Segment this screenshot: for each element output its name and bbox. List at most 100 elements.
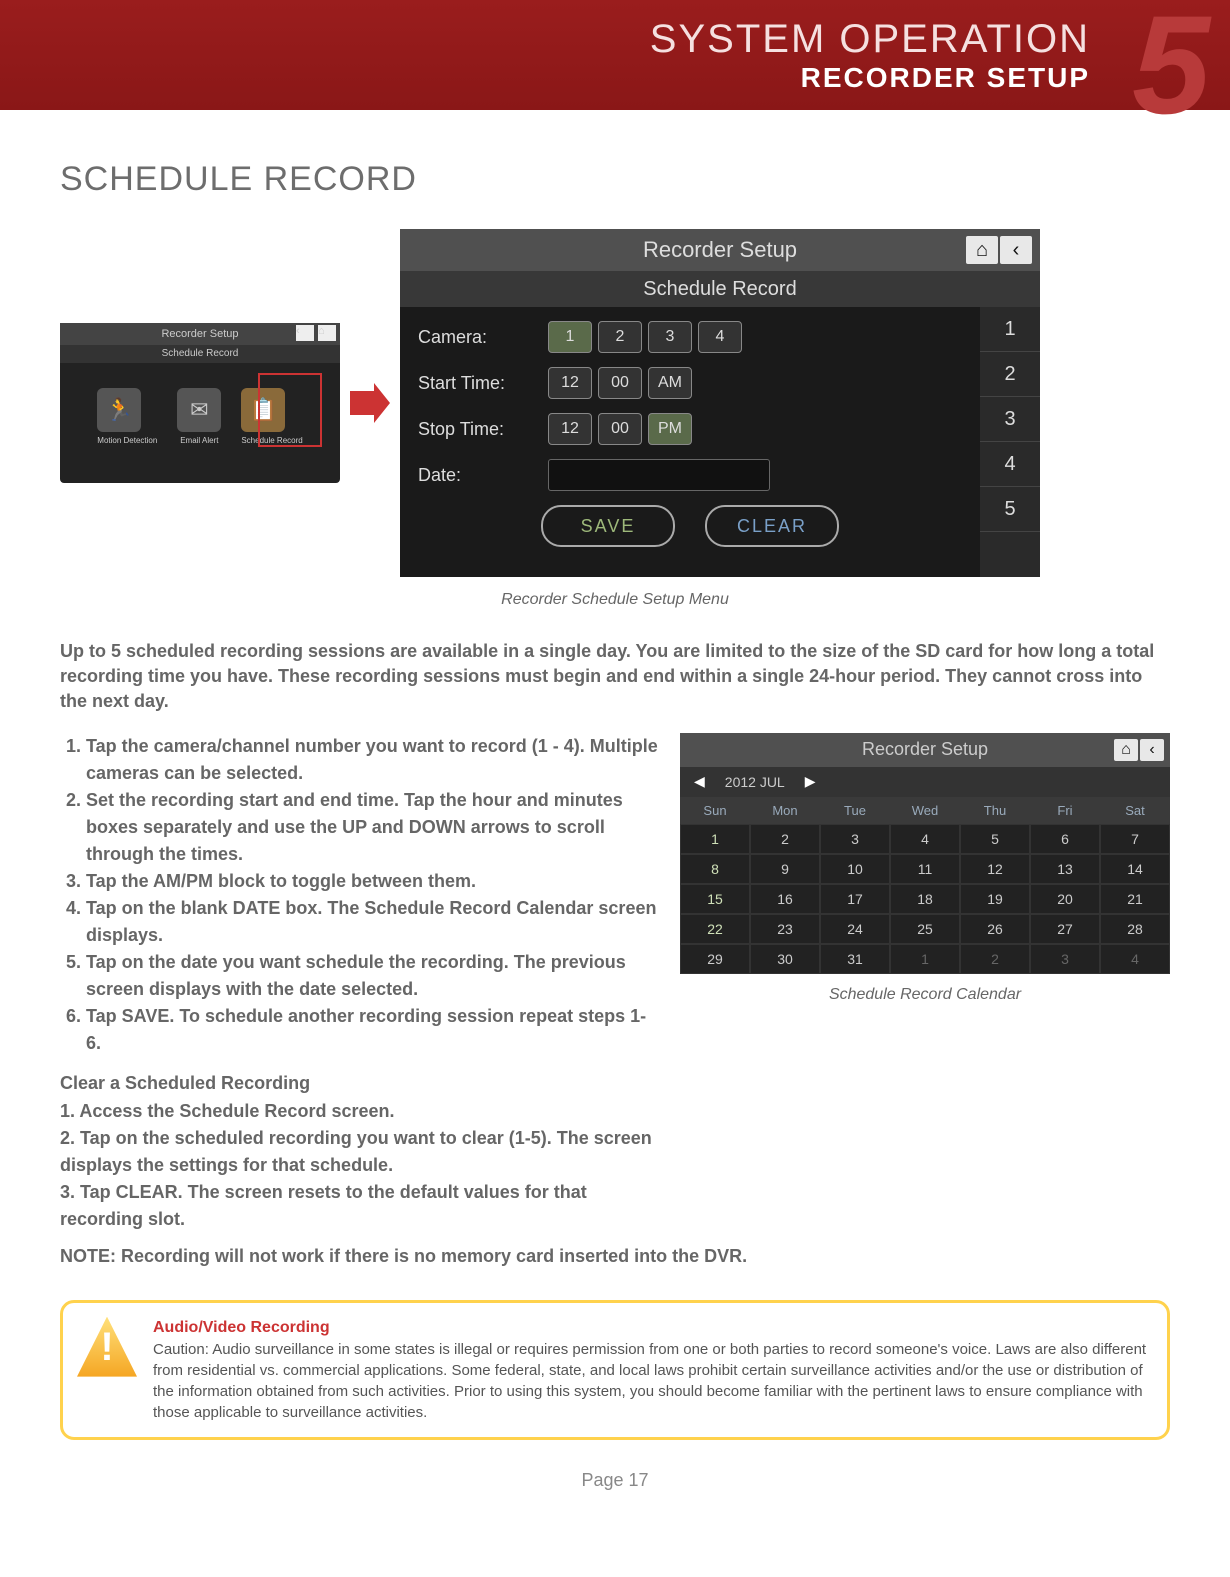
cal-day-header: Fri (1030, 797, 1100, 824)
cal-cell[interactable]: 1 (680, 824, 750, 854)
slot-1[interactable]: 1 (980, 307, 1040, 352)
start-ampm[interactable]: AM (648, 367, 692, 399)
slot-2[interactable]: 2 (980, 352, 1040, 397)
cal-cell[interactable]: 2 (960, 944, 1030, 974)
cal-cell[interactable]: 27 (1030, 914, 1100, 944)
step-4: Tap on the blank DATE box. The Schedule … (86, 895, 660, 949)
arrow-icon (350, 383, 390, 423)
cal-cell[interactable]: 19 (960, 884, 1030, 914)
cal-cell[interactable]: 14 (1100, 854, 1170, 884)
ms-title: Recorder Setup (643, 237, 797, 263)
thumb-icon-motion: 🏃Motion Detection (97, 388, 157, 445)
cal-cell[interactable]: 4 (890, 824, 960, 854)
home-icon[interactable]: ⌂ (1114, 739, 1138, 761)
cal-cell[interactable]: 18 (890, 884, 960, 914)
save-button[interactable]: SAVE (541, 505, 675, 547)
cal-cell[interactable]: 3 (1030, 944, 1100, 974)
stop-ampm[interactable]: PM (648, 413, 692, 445)
thumbnail-screenshot: Recorder Setup⌂‹ Schedule Record 🏃Motion… (60, 323, 340, 483)
cal-cell[interactable]: 4 (1100, 944, 1170, 974)
cal-cell[interactable]: 5 (960, 824, 1030, 854)
cal-cell[interactable]: 15 (680, 884, 750, 914)
cal-cell[interactable]: 8 (680, 854, 750, 884)
cal-cell[interactable]: 10 (820, 854, 890, 884)
header-title: SYSTEM OPERATION (650, 17, 1090, 62)
cal-cell[interactable]: 7 (1100, 824, 1170, 854)
cal-cell[interactable]: 30 (750, 944, 820, 974)
stop-hour[interactable]: 12 (548, 413, 592, 445)
thumb-icon-email: ✉Email Alert (177, 388, 221, 445)
prev-month-icon[interactable]: ◀ (694, 773, 705, 790)
header-subtitle: RECORDER SETUP (650, 62, 1090, 94)
camera-label: Camera: (418, 327, 548, 348)
next-month-icon[interactable]: ▶ (805, 773, 816, 790)
cal-day-header: Mon (750, 797, 820, 824)
cal-cell[interactable]: 16 (750, 884, 820, 914)
cal-cell[interactable]: 1 (890, 944, 960, 974)
warning-box: ! Audio/Video Recording Caution: Audio s… (60, 1300, 1170, 1440)
caption-1: Recorder Schedule Setup Menu (60, 591, 1170, 609)
cal-cell[interactable]: 28 (1100, 914, 1170, 944)
cal-cell[interactable]: 22 (680, 914, 750, 944)
home-icon[interactable]: ⌂ (966, 236, 998, 264)
chapter-number: 5 (1132, 0, 1210, 135)
thumb-title: Recorder Setup (161, 328, 238, 340)
clear-button[interactable]: CLEAR (705, 505, 839, 547)
page-number: Page 17 (60, 1470, 1170, 1491)
start-min[interactable]: 00 (598, 367, 642, 399)
cal-cell[interactable]: 21 (1100, 884, 1170, 914)
start-hour[interactable]: 12 (548, 367, 592, 399)
slot-3[interactable]: 3 (980, 397, 1040, 442)
cal-title: Recorder Setup (862, 739, 988, 760)
slot-4[interactable]: 4 (980, 442, 1040, 487)
back-icon: ‹ (296, 325, 314, 341)
stop-min[interactable]: 00 (598, 413, 642, 445)
cal-cell[interactable]: 11 (890, 854, 960, 884)
note-line: NOTE: Recording will not work if there i… (60, 1243, 1170, 1270)
clear-step-2: 2. Tap on the scheduled recording you wa… (60, 1125, 660, 1179)
caption-2: Schedule Record Calendar (680, 986, 1170, 1004)
cal-cell[interactable]: 9 (750, 854, 820, 884)
page-header: SYSTEM OPERATION RECORDER SETUP 5 (0, 0, 1230, 110)
camera-2[interactable]: 2 (598, 321, 642, 353)
warning-icon: ! (77, 1317, 137, 1377)
cal-cell[interactable]: 17 (820, 884, 890, 914)
camera-4[interactable]: 4 (698, 321, 742, 353)
camera-3[interactable]: 3 (648, 321, 692, 353)
warning-title: Audio/Video Recording (153, 1319, 330, 1336)
cal-cell[interactable]: 6 (1030, 824, 1100, 854)
step-2: Set the recording start and end time. Ta… (86, 787, 660, 868)
slot-5[interactable]: 5 (980, 487, 1040, 532)
back-icon[interactable]: ‹ (1000, 236, 1032, 264)
cal-day-header: Tue (820, 797, 890, 824)
steps-list: Tap the camera/channel number you want t… (60, 733, 660, 1057)
camera-1[interactable]: 1 (548, 321, 592, 353)
cal-day-header: Thu (960, 797, 1030, 824)
schedule-slots: 1 2 3 4 5 (980, 307, 1040, 577)
date-label: Date: (418, 465, 548, 486)
cal-cell[interactable]: 20 (1030, 884, 1100, 914)
warning-body: Caution: Audio surveillance in some stat… (153, 1341, 1146, 1421)
back-icon[interactable]: ‹ (1140, 739, 1164, 761)
page-title: SCHEDULE RECORD (60, 160, 1170, 199)
thumb-subtitle: Schedule Record (60, 345, 340, 363)
main-screenshot: Recorder Setup ⌂‹ Schedule Record Camera… (400, 229, 1040, 577)
cal-day-header: Sun (680, 797, 750, 824)
cal-cell[interactable]: 31 (820, 944, 890, 974)
intro-text: Up to 5 scheduled recording sessions are… (60, 639, 1170, 715)
cal-cell[interactable]: 3 (820, 824, 890, 854)
cal-cell[interactable]: 2 (750, 824, 820, 854)
cal-cell[interactable]: 29 (680, 944, 750, 974)
cal-cell[interactable]: 24 (820, 914, 890, 944)
start-label: Start Time: (418, 373, 548, 394)
step-6: Tap SAVE. To schedule another recording … (86, 1003, 660, 1057)
step-5: Tap on the date you want schedule the re… (86, 949, 660, 1003)
cal-cell[interactable]: 23 (750, 914, 820, 944)
cal-cell[interactable]: 13 (1030, 854, 1100, 884)
step-1: Tap the camera/channel number you want t… (86, 733, 660, 787)
date-field[interactable] (548, 459, 770, 491)
cal-cell[interactable]: 25 (890, 914, 960, 944)
cal-cell[interactable]: 12 (960, 854, 1030, 884)
calendar-screenshot: Recorder Setup ⌂‹ ◀ 2012 JUL ▶ SunMonTue… (680, 733, 1170, 974)
cal-cell[interactable]: 26 (960, 914, 1030, 944)
